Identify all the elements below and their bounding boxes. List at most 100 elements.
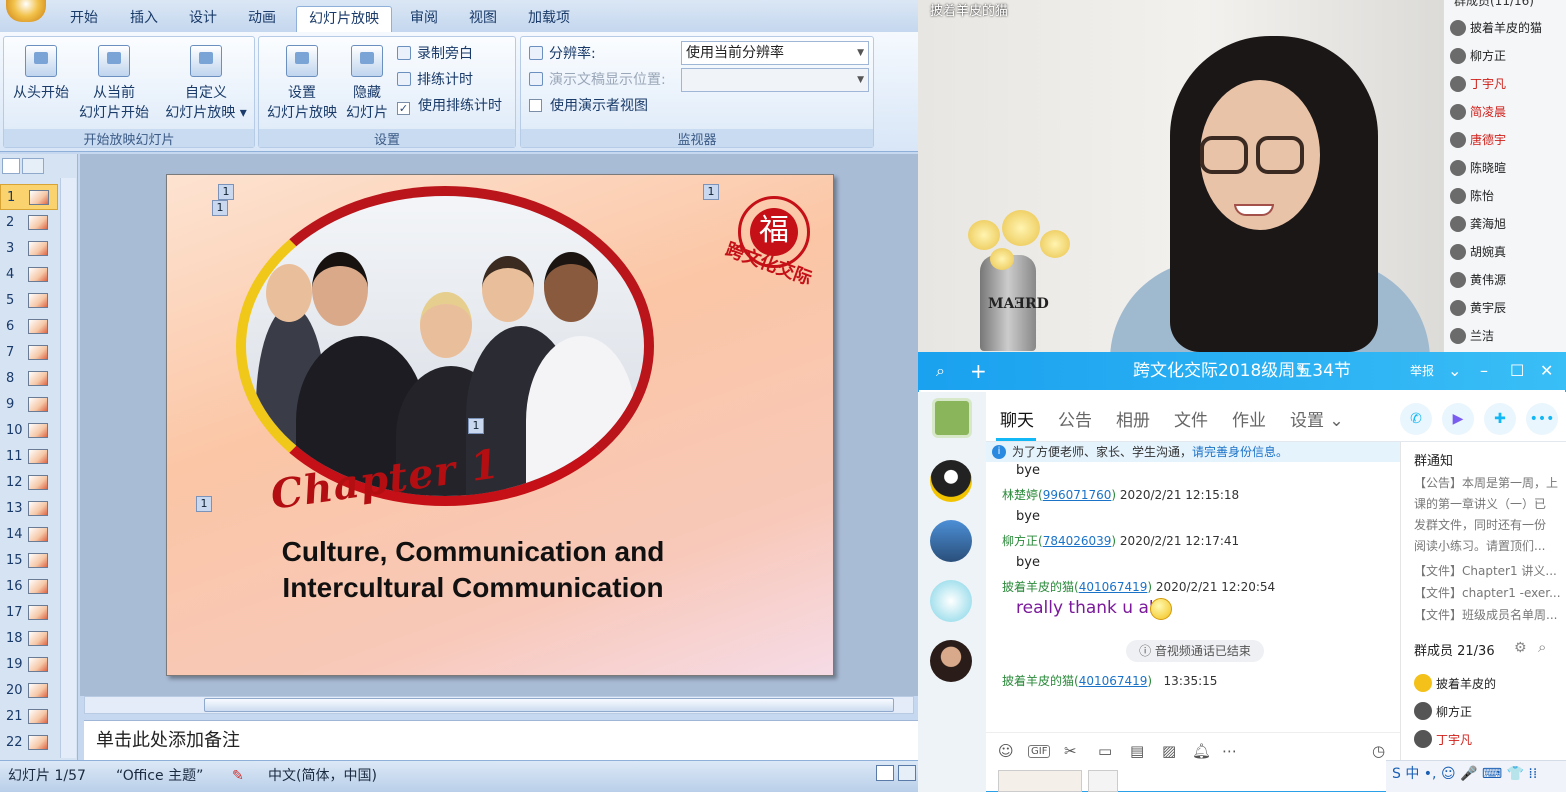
resolution-select[interactable]: 使用当前分辨率 ▼ xyxy=(681,41,869,65)
input-method-toolbar[interactable]: S 中 •, ☺ 🎤 ⌨ 👕 ⁞⁞ xyxy=(1386,760,1566,792)
group-file-item[interactable]: 【文件】班级成员名单周... xyxy=(1414,606,1557,623)
image-icon[interactable]: ▨ xyxy=(1162,742,1176,760)
minimize-icon[interactable]: – xyxy=(1480,352,1488,390)
slide-thumbnail[interactable]: 4 xyxy=(0,262,58,288)
language-indicator[interactable]: 中文(简体，中国) xyxy=(268,764,377,788)
folder-icon[interactable]: ▭ xyxy=(1098,742,1112,760)
phone-icon[interactable]: ✆ xyxy=(1400,403,1432,435)
edit-icon[interactable]: ✎ xyxy=(1296,352,1308,390)
call-member[interactable]: 龚海旭 xyxy=(1450,210,1506,238)
side-member[interactable]: 披着羊皮的 xyxy=(1414,674,1496,692)
group-file-item[interactable]: 【文件】chapter1 -exer... xyxy=(1414,584,1561,601)
slide-thumbnail[interactable]: 14 xyxy=(0,522,58,548)
sender-name[interactable]: 林楚婷 xyxy=(1002,488,1038,502)
tab-review[interactable]: 审阅 xyxy=(398,6,450,32)
chevron-down-icon[interactable]: ⌄ xyxy=(1448,352,1461,390)
thumbnail-scrollbar[interactable] xyxy=(60,178,76,758)
tab-addins[interactable]: 加载项 xyxy=(516,6,582,32)
slide-thumbnail[interactable]: 5 xyxy=(0,288,58,314)
slide-thumbnail[interactable]: 20 xyxy=(0,678,58,704)
avatar[interactable] xyxy=(930,460,972,502)
from-current-button[interactable]: 从当前 幻灯片开始 xyxy=(74,45,154,123)
sender-qq[interactable]: 996071760 xyxy=(1043,488,1112,502)
slide-thumbnail[interactable]: 7 xyxy=(0,340,58,366)
animation-marker[interactable]: 1 xyxy=(468,418,484,434)
slide-thumbnail[interactable]: 19 xyxy=(0,652,58,678)
tab-files[interactable]: 文件 xyxy=(1174,406,1208,431)
tab-settings[interactable]: 设置 ⌄ xyxy=(1290,406,1344,431)
hide-slide-button[interactable]: 隐藏 幻灯片 xyxy=(343,45,391,123)
slide-thumbnail[interactable]: 12 xyxy=(0,470,58,496)
tab-chat[interactable]: 聊天 xyxy=(1000,406,1034,431)
setup-show-button[interactable]: 设置 幻灯片放映 xyxy=(263,45,341,123)
slide-thumbnail[interactable]: 9 xyxy=(0,392,58,418)
record-narration-button[interactable]: 录制旁白 xyxy=(397,45,473,63)
scrollbar-thumb[interactable] xyxy=(204,698,894,712)
tab-design[interactable]: 设计 xyxy=(177,6,229,32)
notice-line[interactable]: 【公告】本周是第一周，上 xyxy=(1414,474,1558,491)
animation-marker[interactable]: 1 xyxy=(218,184,234,200)
slides-tab-icon[interactable] xyxy=(2,158,20,174)
slide-thumbnail[interactable]: 21 xyxy=(0,704,58,730)
report-button[interactable]: 举报 xyxy=(1410,352,1434,390)
outline-tab-icon[interactable] xyxy=(22,158,44,174)
add-app-icon[interactable]: ✚ xyxy=(1484,403,1516,435)
screenshot-scissors-icon[interactable]: ✂ xyxy=(1064,742,1077,760)
slide-thumbnail[interactable]: 6 xyxy=(0,314,58,340)
notes-pane[interactable]: 单击此处添加备注 xyxy=(84,720,918,760)
slide-thumbnail[interactable]: 3 xyxy=(0,236,58,262)
slide-title[interactable]: Culture, Communication and Intercultural… xyxy=(166,534,780,606)
more-icon[interactable]: ••• xyxy=(1526,403,1558,435)
call-member[interactable]: 唐德宇 xyxy=(1450,126,1506,154)
rehearse-timings-button[interactable]: 排练计时 xyxy=(397,71,473,89)
avatar[interactable] xyxy=(930,580,972,622)
maximize-icon[interactable]: ☐ xyxy=(1510,352,1524,390)
normal-view-icon[interactable] xyxy=(876,765,894,781)
tab-slideshow[interactable]: 幻灯片放映 xyxy=(296,6,392,32)
slide-thumbnail[interactable]: 17 xyxy=(0,600,58,626)
slide-thumbnail[interactable]: 18 xyxy=(0,626,58,652)
call-member[interactable]: 丁宇凡 xyxy=(1450,70,1506,98)
document-icon[interactable]: ▤ xyxy=(1130,742,1144,760)
gif-icon[interactable]: GIF xyxy=(1028,745,1051,758)
animation-marker[interactable]: 1 xyxy=(703,184,719,200)
spellcheck-icon[interactable]: ✎ xyxy=(232,764,244,788)
tab-homework[interactable]: 作业 xyxy=(1232,406,1266,431)
search-icon[interactable]: ⌕ xyxy=(936,352,945,390)
side-member[interactable]: 丁宇凡 xyxy=(1414,730,1472,748)
bell-icon[interactable]: 🔔︎ xyxy=(1192,742,1211,760)
call-member[interactable]: 胡婉真 xyxy=(1450,238,1506,266)
call-member[interactable]: 简凌晨 xyxy=(1450,98,1506,126)
complete-identity-link[interactable]: 请完善身份信息。 xyxy=(1192,445,1288,459)
call-member[interactable]: 黄伟源 xyxy=(1450,266,1506,294)
slide-thumbnail[interactable]: 16 xyxy=(0,574,58,600)
sender-qq[interactable]: 784026039 xyxy=(1043,534,1112,548)
tab-view[interactable]: 视图 xyxy=(457,6,509,32)
show-on-select[interactable]: ▼ xyxy=(681,68,869,92)
notice-line[interactable]: 阅读小练习。请置顶们... xyxy=(1414,537,1545,554)
slide-thumbnail[interactable]: 2 xyxy=(0,210,58,236)
avatar[interactable] xyxy=(930,520,972,562)
slide-thumbnail[interactable]: 10 xyxy=(0,418,58,444)
search-icon[interactable]: ⌕ xyxy=(1538,638,1546,656)
animation-marker[interactable]: 1 xyxy=(212,200,228,216)
tab-announcement[interactable]: 公告 xyxy=(1058,406,1092,431)
tab-home[interactable]: 开始 xyxy=(58,6,110,32)
emoji-icon[interactable]: ☺ xyxy=(998,742,1014,760)
notice-line[interactable]: 课的第一章讲义（一）已 xyxy=(1414,495,1546,512)
slide-thumbnail[interactable]: 8 xyxy=(0,366,58,392)
avatar[interactable] xyxy=(930,640,972,682)
tab-animation[interactable]: 动画 xyxy=(236,6,288,32)
call-member[interactable]: 兰洁 xyxy=(1450,322,1494,350)
video-icon[interactable]: ▶ xyxy=(1442,403,1474,435)
notice-line[interactable]: 发群文件，同时还有一份 xyxy=(1414,516,1546,533)
tab-album[interactable]: 相册 xyxy=(1116,406,1150,431)
sender-qq[interactable]: 401067419 xyxy=(1079,580,1148,594)
slide-thumbnail[interactable]: 13 xyxy=(0,496,58,522)
use-timings-checkbox[interactable]: ✓ 使用排练计时 xyxy=(397,97,502,115)
call-member[interactable]: 披着羊皮的猫 xyxy=(1450,14,1542,42)
sender-qq[interactable]: 401067419 xyxy=(1079,674,1148,688)
tab-insert[interactable]: 插入 xyxy=(118,6,170,32)
group-avatar[interactable] xyxy=(932,398,972,438)
sender-name[interactable]: 柳方正 xyxy=(1002,534,1038,548)
